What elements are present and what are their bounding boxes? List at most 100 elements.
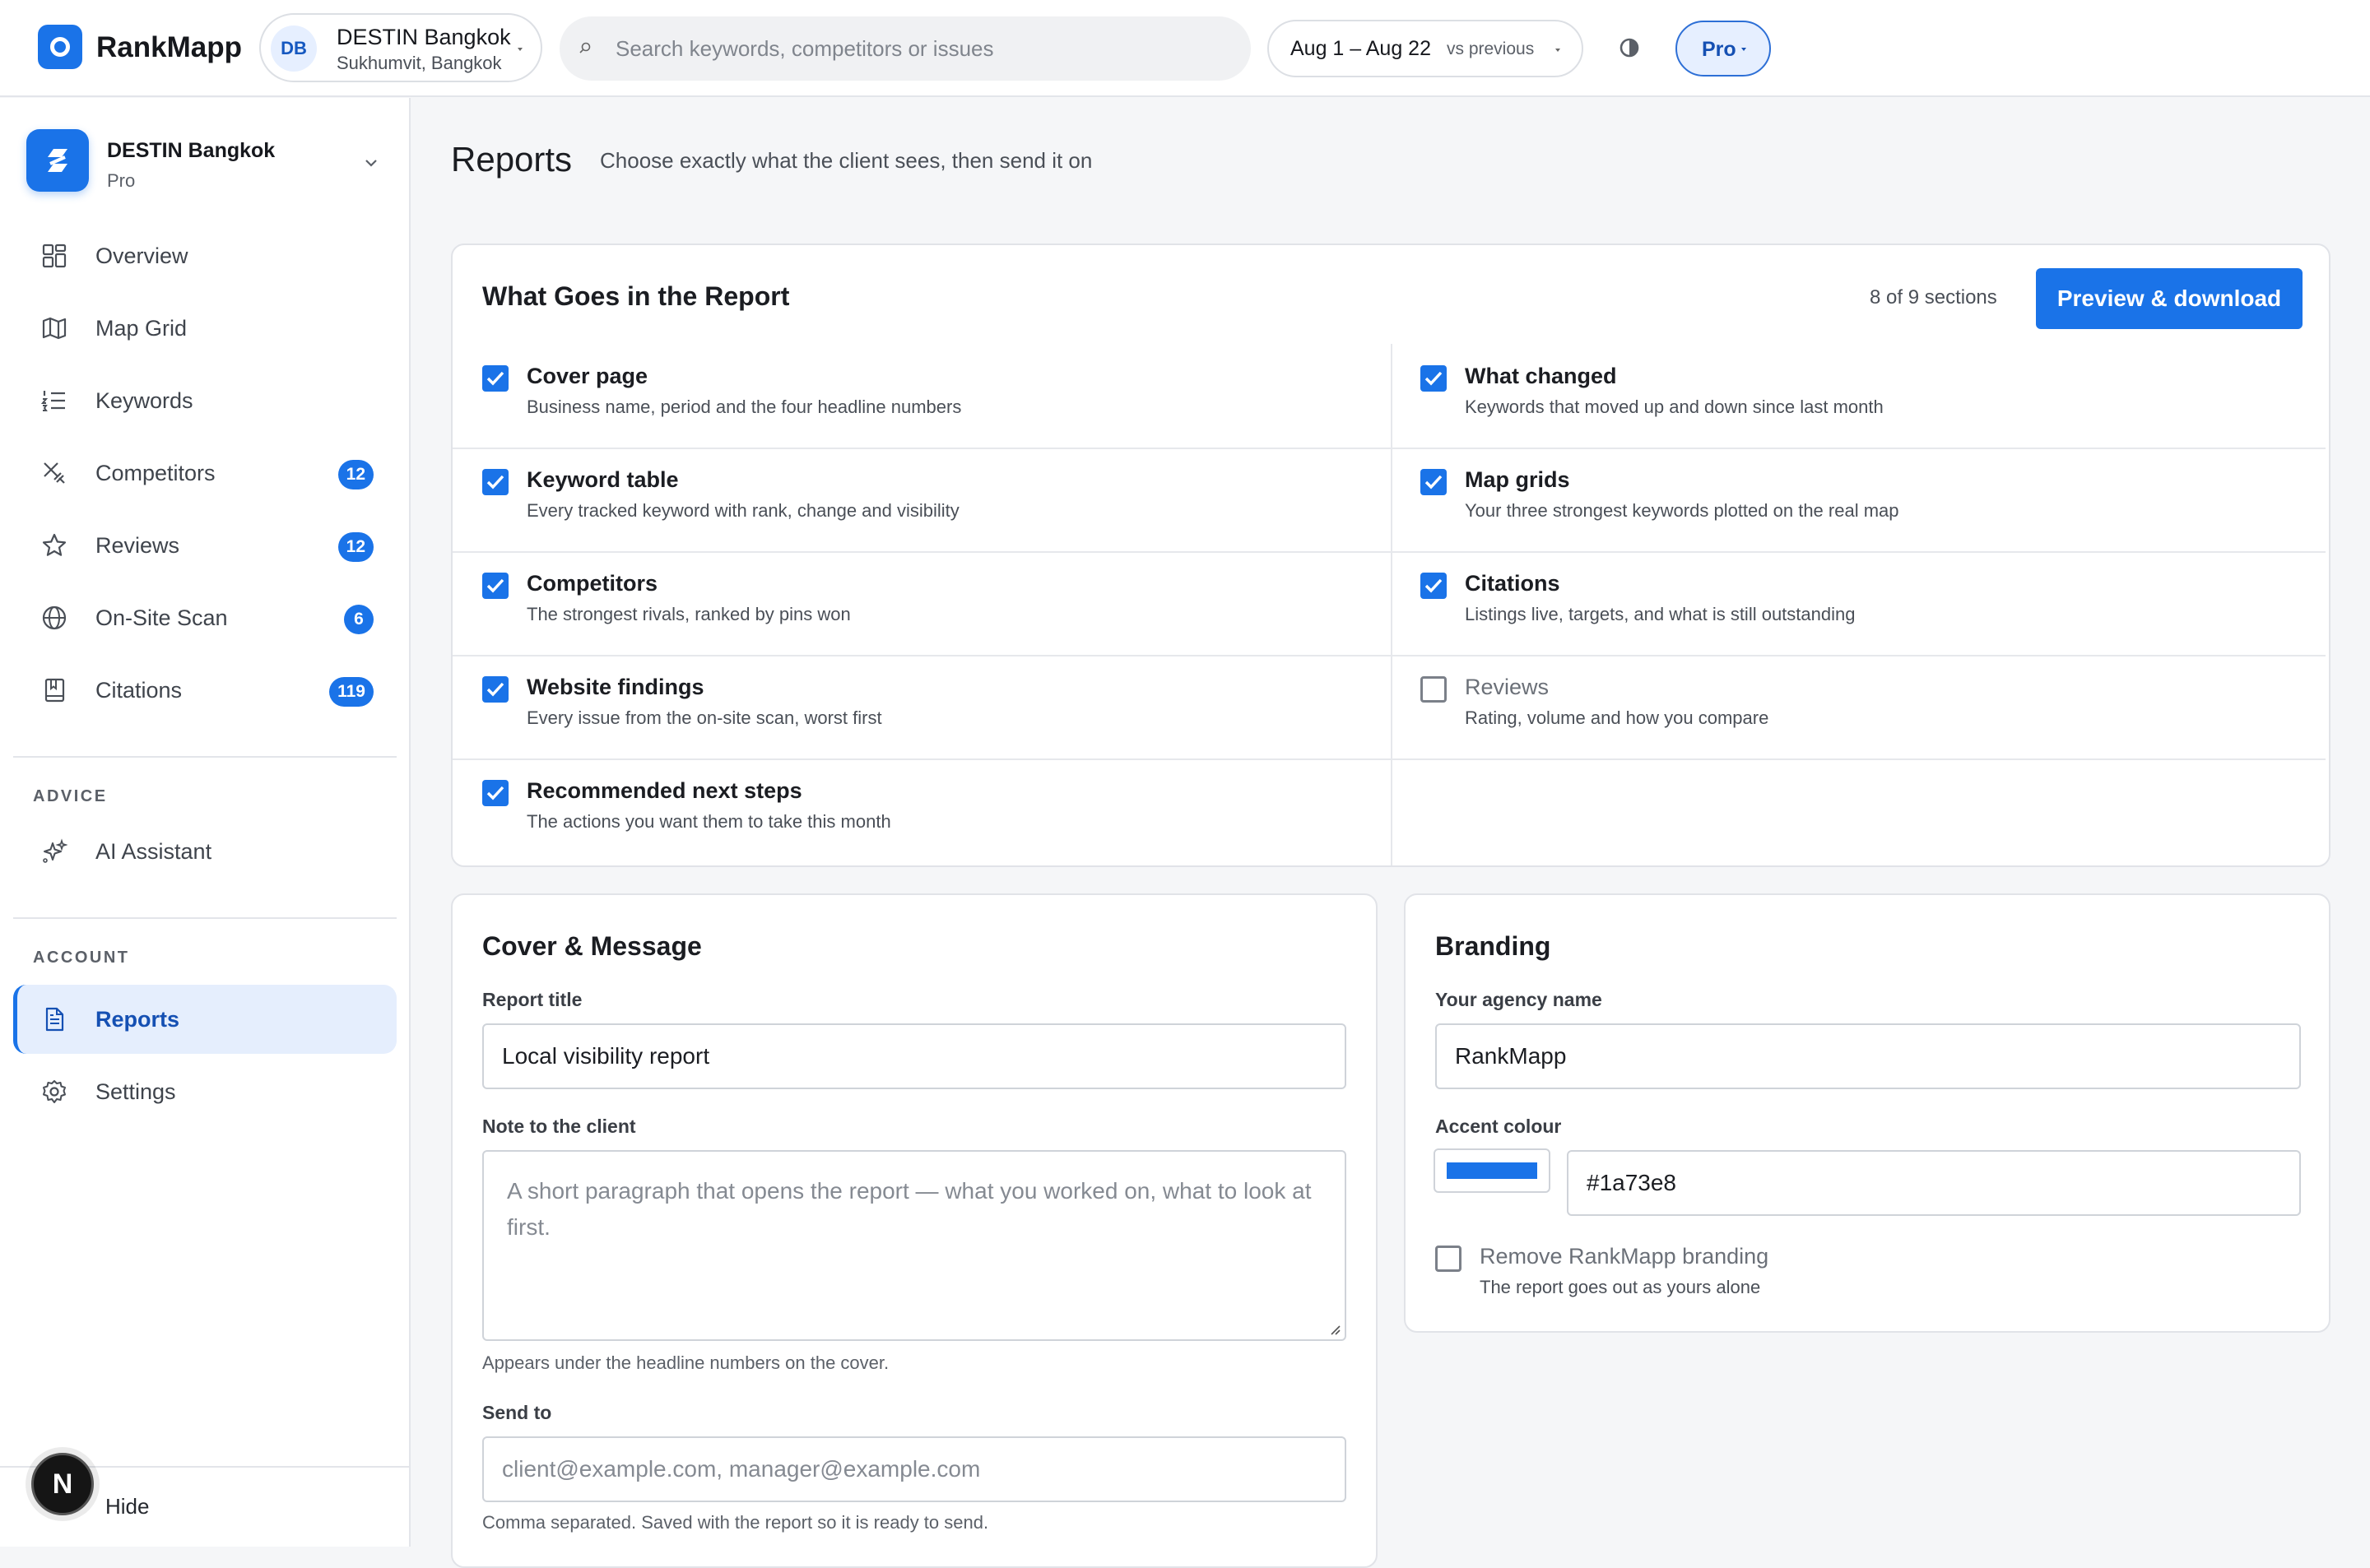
business-avatar: DB xyxy=(271,26,317,72)
accent-colour-label: Accent colour xyxy=(1435,1116,1562,1137)
option-description: The actions you want them to take this m… xyxy=(527,811,891,832)
sidebar-item-label: Settings xyxy=(95,1079,176,1104)
send-to-placeholder: client@example.com, manager@example.com xyxy=(502,1456,981,1482)
option-description: The report goes out as yours alone xyxy=(1480,1277,1761,1297)
sidebar-divider xyxy=(13,756,397,758)
sidebar-item-label: Citations xyxy=(95,678,183,703)
grid-icon xyxy=(42,244,67,268)
report-sections-card: What Goes in the Report 8 of 9 sections … xyxy=(451,244,2330,867)
accent-swatch xyxy=(1447,1162,1537,1179)
plan-label: Pro xyxy=(1702,38,1736,61)
checkbox[interactable] xyxy=(482,676,509,703)
option-title: What changed xyxy=(1465,364,1617,388)
option-title: Keyword table xyxy=(527,467,679,492)
book-icon xyxy=(44,678,65,703)
option-title: Cover page xyxy=(527,364,648,388)
chevron-down-icon xyxy=(518,48,523,51)
check-icon xyxy=(1424,578,1443,593)
sidebar-divider xyxy=(13,917,397,919)
sidebar-item-label: Map Grid xyxy=(95,316,188,341)
checkbox[interactable] xyxy=(1435,1246,1462,1272)
sidebar-item-keywords[interactable]: Keywords xyxy=(13,366,397,435)
global-search[interactable] xyxy=(560,16,1251,81)
sidebar-item-settings[interactable]: Settings xyxy=(13,1057,397,1126)
send-to-help-text: Comma separated. Saved with the report s… xyxy=(482,1512,989,1533)
sidebar: DESTIN Bangkok Pro Overview Map Grid Key… xyxy=(0,98,411,1547)
sidebar-item-map-grid[interactable]: Map Grid xyxy=(13,294,397,363)
sidebar-item-reports[interactable]: Reports xyxy=(13,985,397,1054)
row-divider xyxy=(453,655,2326,656)
cover-message-card: Cover & Message Report title Local visib… xyxy=(451,893,1378,1568)
sidebar-item-ai-assistant[interactable]: AI Assistant xyxy=(13,817,397,886)
accent-colour-picker[interactable] xyxy=(1434,1148,1550,1193)
checkbox[interactable] xyxy=(482,780,509,806)
report-title-input[interactable]: Local visibility report xyxy=(482,1023,1346,1089)
date-range-picker[interactable]: Aug 1 – Aug 22 vs previous xyxy=(1267,20,1583,77)
page-subtitle: Choose exactly what the client sees, the… xyxy=(600,148,1093,173)
option-description: Every issue from the on-site scan, worst… xyxy=(527,707,882,728)
resize-grip-icon[interactable] xyxy=(1330,1324,1341,1336)
sidebar-item-citations[interactable]: Citations 119 xyxy=(13,656,397,725)
check-icon xyxy=(486,578,504,593)
note-help-text: Appears under the headline numbers on th… xyxy=(482,1352,890,1373)
workspace-name: DESTIN Bangkok xyxy=(107,139,276,162)
sidebar-item-reviews[interactable]: Reviews 12 xyxy=(13,511,397,580)
gear-icon xyxy=(43,1080,66,1103)
check-icon xyxy=(486,475,504,489)
option-title: Competitors xyxy=(527,571,658,596)
preview-download-button[interactable]: Preview & download xyxy=(2036,268,2303,329)
sidebar-item-competitors[interactable]: Competitors 12 xyxy=(13,438,397,508)
checkbox[interactable] xyxy=(1420,676,1447,703)
sidebar-item-on-site-scan[interactable]: On-Site Scan 6 xyxy=(13,583,397,652)
dev-tools-button[interactable]: N xyxy=(31,1453,94,1515)
sidebar-item-label: Overview xyxy=(95,244,188,268)
checkbox[interactable] xyxy=(1420,573,1447,599)
page-title: Reports xyxy=(451,140,573,179)
accent-colour-input[interactable]: #1a73e8 xyxy=(1567,1150,2301,1216)
app-logo-icon[interactable] xyxy=(38,25,82,69)
sidebar-item-overview[interactable]: Overview xyxy=(13,221,397,290)
option-description: Keywords that moved up and down since la… xyxy=(1465,397,1884,417)
globe-icon xyxy=(42,605,67,630)
top-bar: RankMapp DB DESTIN Bangkok Sukhumvit, Ba… xyxy=(0,0,2370,97)
agency-name-input[interactable]: RankMapp xyxy=(1435,1023,2301,1089)
note-label: Note to the client xyxy=(482,1116,636,1137)
chevron-down-icon xyxy=(365,160,377,167)
hide-sidebar-button[interactable]: Hide xyxy=(105,1494,149,1519)
search-input[interactable] xyxy=(616,16,1224,81)
row-divider xyxy=(453,448,2326,449)
checkbox[interactable] xyxy=(482,573,509,599)
send-to-input[interactable]: client@example.com, manager@example.com xyxy=(482,1436,1346,1502)
sidebar-item-label: Reports xyxy=(95,1007,180,1032)
search-icon xyxy=(579,42,591,53)
business-switcher[interactable]: DB DESTIN Bangkok Sukhumvit, Bangkok xyxy=(259,13,542,82)
workspace-plan: Pro xyxy=(107,170,136,191)
option-description: Listings live, targets, and what is stil… xyxy=(1465,604,1856,624)
note-textarea[interactable]: A short paragraph that opens the report … xyxy=(482,1150,1346,1341)
option-title: Website findings xyxy=(527,675,704,699)
option-description: Your three strongest keywords plotted on… xyxy=(1465,500,1899,521)
check-icon xyxy=(1424,475,1443,489)
option-title: Recommended next steps xyxy=(527,778,802,803)
business-name: DESTIN Bangkok xyxy=(337,25,511,49)
checkbox[interactable] xyxy=(1420,469,1447,495)
checkbox[interactable] xyxy=(482,469,509,495)
dev-tools-logo: N xyxy=(52,1468,73,1500)
sidebar-item-label: AI Assistant xyxy=(95,839,212,864)
chevron-down-icon xyxy=(1741,48,1746,51)
branding-card: Branding Your agency name RankMapp Accen… xyxy=(1404,893,2330,1333)
theme-toggle-icon[interactable] xyxy=(1613,31,1646,64)
row-divider xyxy=(453,551,2326,553)
sidebar-item-label: On-Site Scan xyxy=(95,605,228,630)
sparkles-icon xyxy=(43,838,67,863)
checkbox[interactable] xyxy=(482,365,509,392)
workspace-switcher[interactable]: DESTIN Bangkok Pro xyxy=(25,128,387,202)
sidebar-item-label: Reviews xyxy=(95,533,180,558)
plan-menu-button[interactable]: Pro xyxy=(1675,21,1771,77)
column-divider xyxy=(1391,344,1392,865)
send-to-label: Send to xyxy=(482,1402,552,1423)
count-badge: 6 xyxy=(344,605,374,634)
report-title-value: Local visibility report xyxy=(502,1043,710,1069)
checkbox[interactable] xyxy=(1420,365,1447,392)
workspace-logo-icon xyxy=(26,129,89,192)
